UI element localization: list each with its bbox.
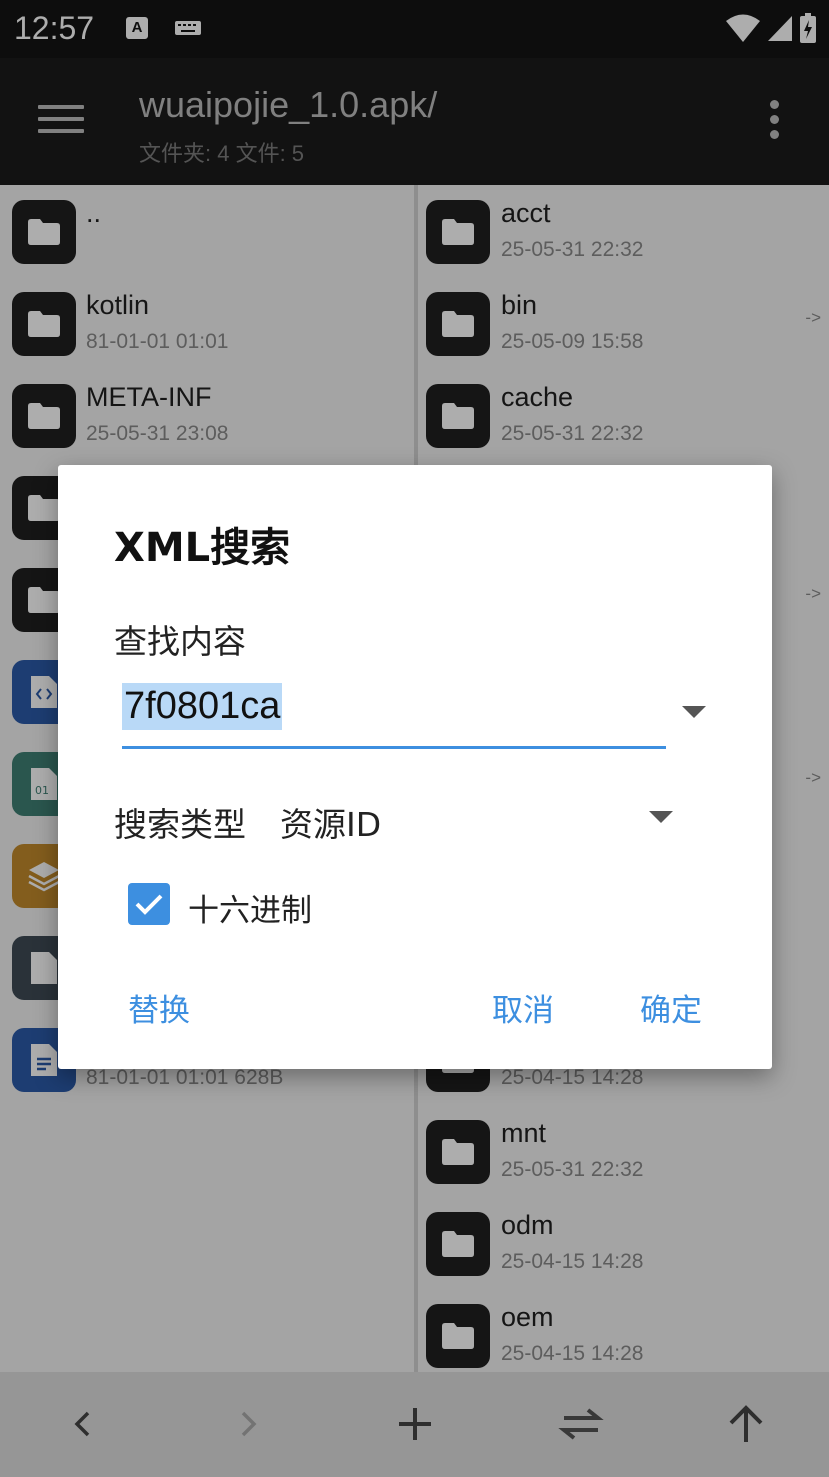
xml-search-dialog: XML搜索 查找内容 7f0801ca 搜索类型 资源ID 十六进制 替换 取消… — [58, 465, 772, 1069]
hex-checkbox-label[interactable]: 十六进制 — [188, 885, 312, 930]
search-type-label: 搜索类型 — [114, 805, 246, 844]
find-content-value[interactable]: 7f0801ca — [122, 683, 283, 730]
search-type-dropdown-icon[interactable] — [649, 811, 673, 823]
find-history-dropdown-icon[interactable] — [682, 706, 706, 718]
replace-button[interactable]: 替换 — [128, 985, 190, 1030]
dialog-title: XML搜索 — [114, 525, 291, 571]
find-content-input[interactable]: 7f0801ca — [122, 679, 666, 749]
checkmark-icon — [135, 894, 163, 915]
cancel-button[interactable]: 取消 — [492, 985, 554, 1030]
find-content-label: 查找内容 — [114, 622, 246, 661]
hex-checkbox[interactable] — [128, 883, 170, 925]
search-type-select[interactable]: 资源ID — [280, 798, 381, 846]
ok-button[interactable]: 确定 — [640, 985, 702, 1030]
